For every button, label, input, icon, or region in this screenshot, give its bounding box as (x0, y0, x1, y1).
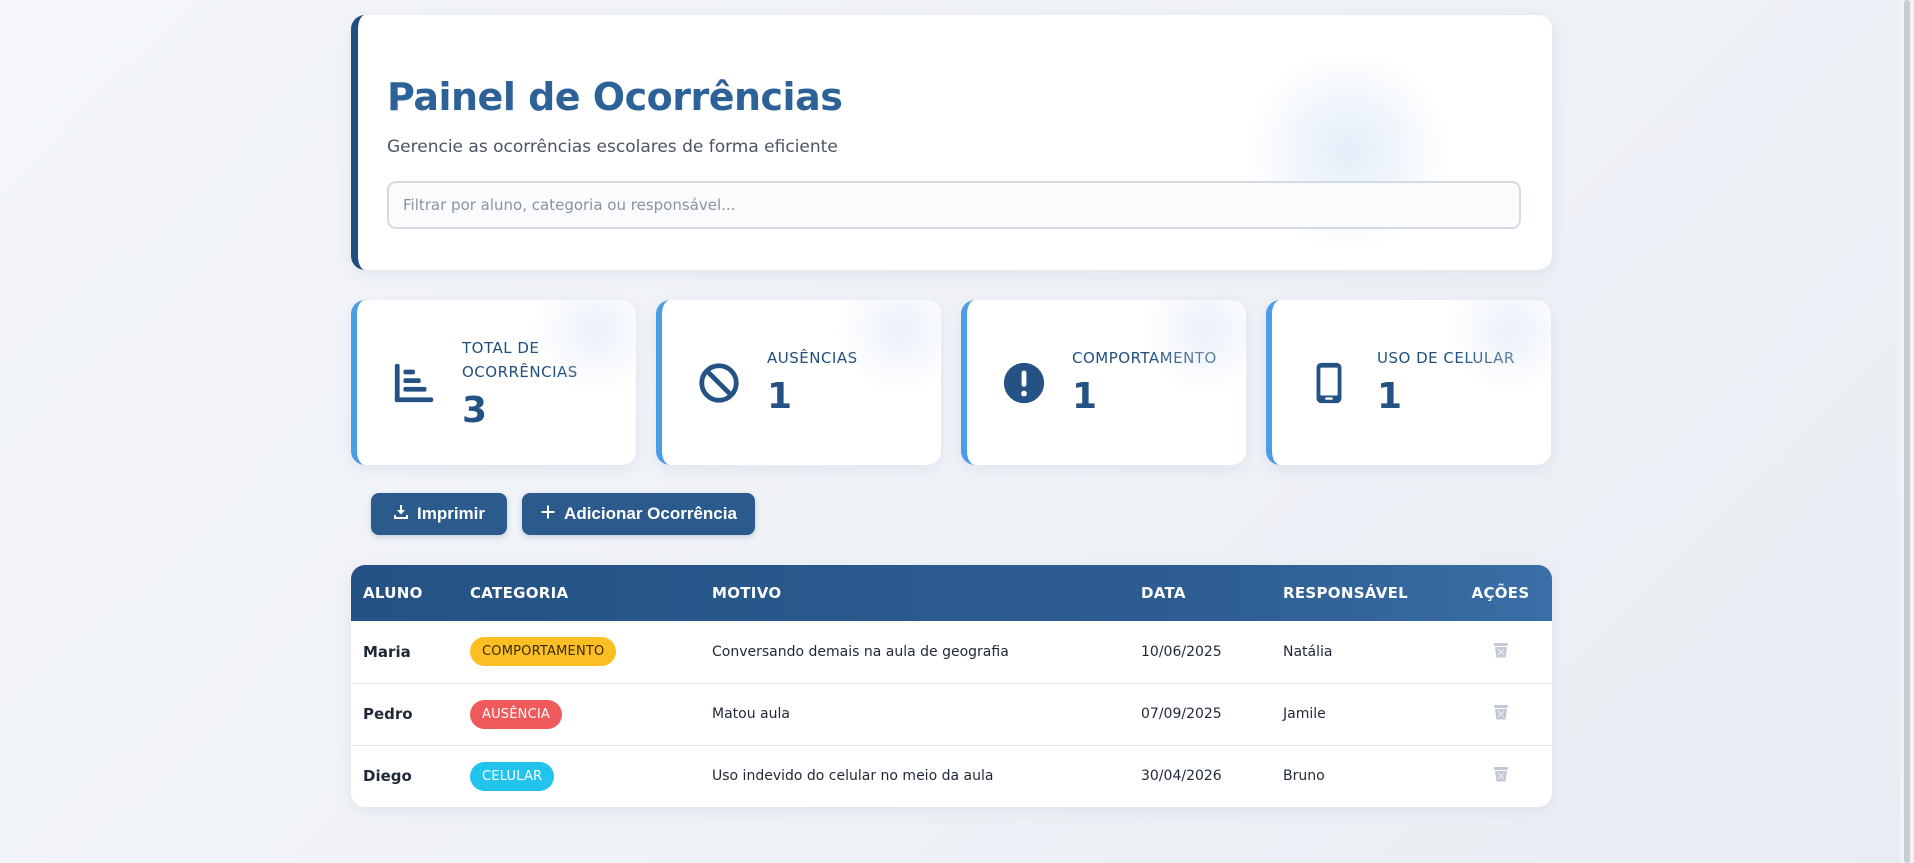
cell-data: 10/06/2025 (1141, 643, 1222, 660)
cell-acoes (1449, 621, 1552, 683)
mobile-phone-icon (1306, 360, 1352, 406)
cell-categoria: CELULAR (458, 744, 700, 807)
cell-responsavel: Jamile (1271, 682, 1449, 745)
main-container: Painel de Ocorrências Gerencie as ocorrê… (351, 15, 1552, 807)
ban-icon (696, 360, 742, 406)
print-button-label: Imprimir (416, 504, 486, 523)
cell-acoes (1449, 682, 1552, 745)
stat-value: 1 (767, 376, 793, 417)
page-title: Painel de Ocorrências (387, 75, 843, 119)
header-card: Painel de Ocorrências Gerencie as ocorrê… (351, 15, 1552, 270)
cell-motivo: Matou aula (700, 682, 1129, 745)
cell-motivo: Uso indevido do celular no meio da aula (700, 744, 1129, 807)
column-header-aluno: ALUNO (363, 584, 423, 602)
stat-value: 1 (1377, 376, 1403, 417)
cell-acoes (1449, 744, 1552, 807)
stat-card-total: Total de ocorrências 3 (351, 300, 636, 465)
column-header-responsavel: RESPONSÁVEL (1283, 584, 1409, 602)
cell-aluno: Maria (363, 642, 411, 661)
cell-aluno: Diego (351, 744, 458, 807)
cell-responsavel: Natália (1283, 643, 1333, 660)
stats-row: Total de ocorrências 3 Ausências 1 (351, 300, 1552, 465)
page-subtitle: Gerencie as ocorrências escolares de for… (387, 137, 838, 157)
category-badge: COMPORTAMENTO (470, 637, 617, 667)
cell-categoria: COMPORTAMENTO (458, 621, 700, 683)
print-button[interactable]: Imprimir (371, 493, 507, 535)
stat-value: 1 (1072, 376, 1098, 417)
column-header-motivo: MOTIVO (712, 584, 782, 602)
column-header-acoes: AÇÕES (1471, 584, 1530, 602)
cell-responsavel: Bruno (1271, 744, 1449, 807)
add-occurrence-button[interactable]: Adicionar Ocorrência (522, 493, 755, 535)
table-row: Diego CELULAR Uso indevido do celular no… (351, 744, 1552, 807)
search-input[interactable] (387, 181, 1521, 229)
trash-icon[interactable] (1492, 765, 1510, 783)
scrollbar-thumb[interactable] (1904, 0, 1910, 863)
cell-motivo: Conversando demais na aula de geografia (712, 643, 1009, 660)
category-badge: CELULAR (470, 761, 555, 791)
stat-value: 3 (462, 390, 488, 431)
table-row: Maria COMPORTAMENTO Conversando demais n… (351, 621, 1552, 683)
page-scrollbar[interactable] (1900, 0, 1914, 863)
stat-card-celular: Uso de celular 1 (1266, 300, 1551, 465)
exclamation-circle-icon (1001, 360, 1047, 406)
column-header-data: DATA (1141, 584, 1186, 602)
cell-aluno: Pedro (351, 682, 458, 745)
stat-label: Total de ocorrências (462, 339, 578, 381)
table-header-row: ALUNO CATEGORIA MOTIVO DATA RESPONSÁVEL … (351, 565, 1552, 621)
stat-card-ausencias: Ausências 1 (656, 300, 941, 465)
download-icon (393, 504, 409, 525)
stat-label: Comportamento (1072, 349, 1217, 367)
plus-icon (540, 504, 556, 525)
occurrences-table: ALUNO CATEGORIA MOTIVO DATA RESPONSÁVEL … (351, 565, 1552, 807)
stat-label: Ausências (767, 349, 858, 367)
stat-card-comportamento: Comportamento 1 (961, 300, 1246, 465)
cell-data: 07/09/2025 (1129, 682, 1271, 745)
add-button-label: Adicionar Ocorrência (564, 504, 737, 523)
column-header-categoria: CATEGORIA (470, 584, 569, 602)
bar-chart-icon (391, 360, 437, 406)
table-row: Pedro AUSÊNCIA Matou aula 07/09/2025 Jam… (351, 682, 1552, 745)
stat-label: Uso de celular (1377, 349, 1515, 367)
trash-icon[interactable] (1492, 641, 1510, 659)
cell-categoria: AUSÊNCIA (458, 682, 700, 745)
cell-data: 30/04/2026 (1129, 744, 1271, 807)
trash-icon[interactable] (1492, 703, 1510, 721)
category-badge: AUSÊNCIA (470, 699, 563, 729)
